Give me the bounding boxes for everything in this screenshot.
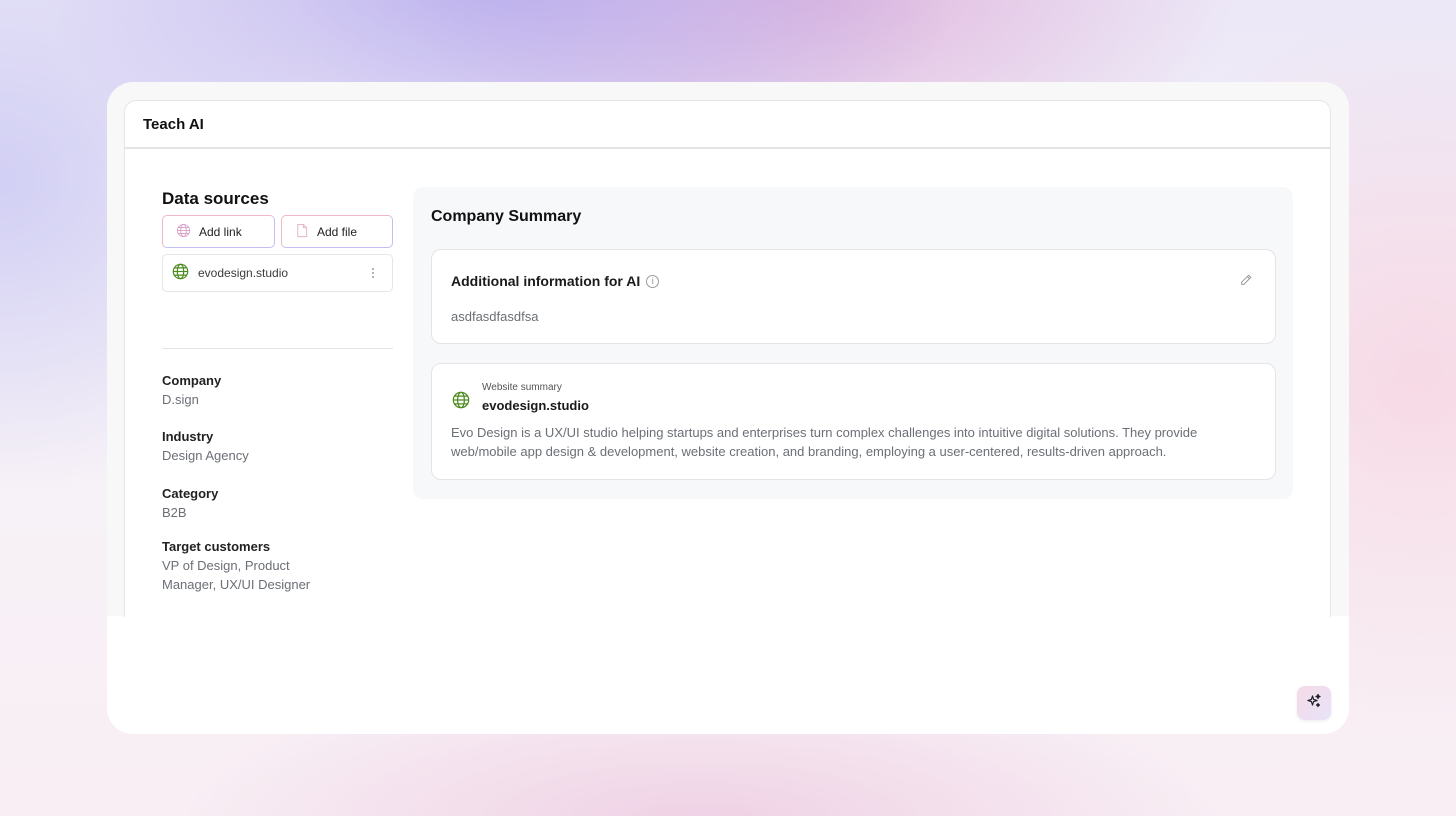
- add-file-button[interactable]: Add file: [281, 215, 393, 248]
- category-label: Category: [162, 486, 219, 501]
- globe-icon: [452, 391, 470, 414]
- source-item[interactable]: evodesign.studio: [162, 254, 393, 292]
- company-summary-title: Company Summary: [431, 208, 582, 225]
- source-item-label: evodesign.studio: [198, 266, 289, 280]
- target-customers-label: Target customers: [162, 539, 271, 554]
- website-summary-card: Website summary evodesign.studio Evo Des…: [431, 363, 1276, 480]
- more-options-icon[interactable]: [367, 265, 379, 281]
- industry-label: Industry: [162, 429, 214, 444]
- website-summary-subtitle: Website summary: [482, 382, 562, 393]
- company-summary-section: Company Summary Additional information f…: [413, 187, 1293, 499]
- company-label: Company: [162, 373, 222, 388]
- website-name: evodesign.studio: [482, 398, 589, 413]
- add-link-label: Add link: [199, 224, 242, 239]
- ai-info-text: asdfasdfasdfsa: [451, 309, 539, 324]
- ai-info-card: Additional information for AI i asdfasdf…: [431, 249, 1276, 344]
- main-card: Teach AI Data sources Add link Add file: [107, 82, 1349, 734]
- page-title: Teach AI: [143, 115, 204, 133]
- ai-info-heading: Additional information for AI i: [451, 273, 660, 289]
- globe-icon: [172, 263, 189, 283]
- add-file-label: Add file: [317, 224, 358, 239]
- add-link-button[interactable]: Add link: [162, 215, 275, 248]
- ai-sparkle-button[interactable]: [1297, 686, 1331, 720]
- card-footer-area: [107, 616, 1349, 734]
- target-customers-value: VP of Design, Product Manager, UX/UI Des…: [162, 558, 311, 592]
- panel-header: Teach AI: [125, 101, 1330, 149]
- company-value: D.sign: [162, 392, 199, 407]
- info-icon[interactable]: i: [646, 274, 660, 288]
- globe-icon: [176, 223, 191, 241]
- edit-icon[interactable]: [1239, 273, 1253, 292]
- data-sources-title: Data sources: [162, 189, 269, 208]
- divider: [162, 348, 393, 349]
- teach-ai-panel: Teach AI Data sources Add link Add file: [124, 100, 1331, 617]
- industry-value: Design Agency: [162, 448, 249, 463]
- sparkle-icon: [1306, 693, 1322, 714]
- website-description: Evo Design is a UX/UI studio helping sta…: [451, 425, 1198, 459]
- category-value: B2B: [162, 505, 187, 520]
- ai-info-title: Additional information for AI: [451, 273, 641, 289]
- file-icon: [295, 223, 309, 241]
